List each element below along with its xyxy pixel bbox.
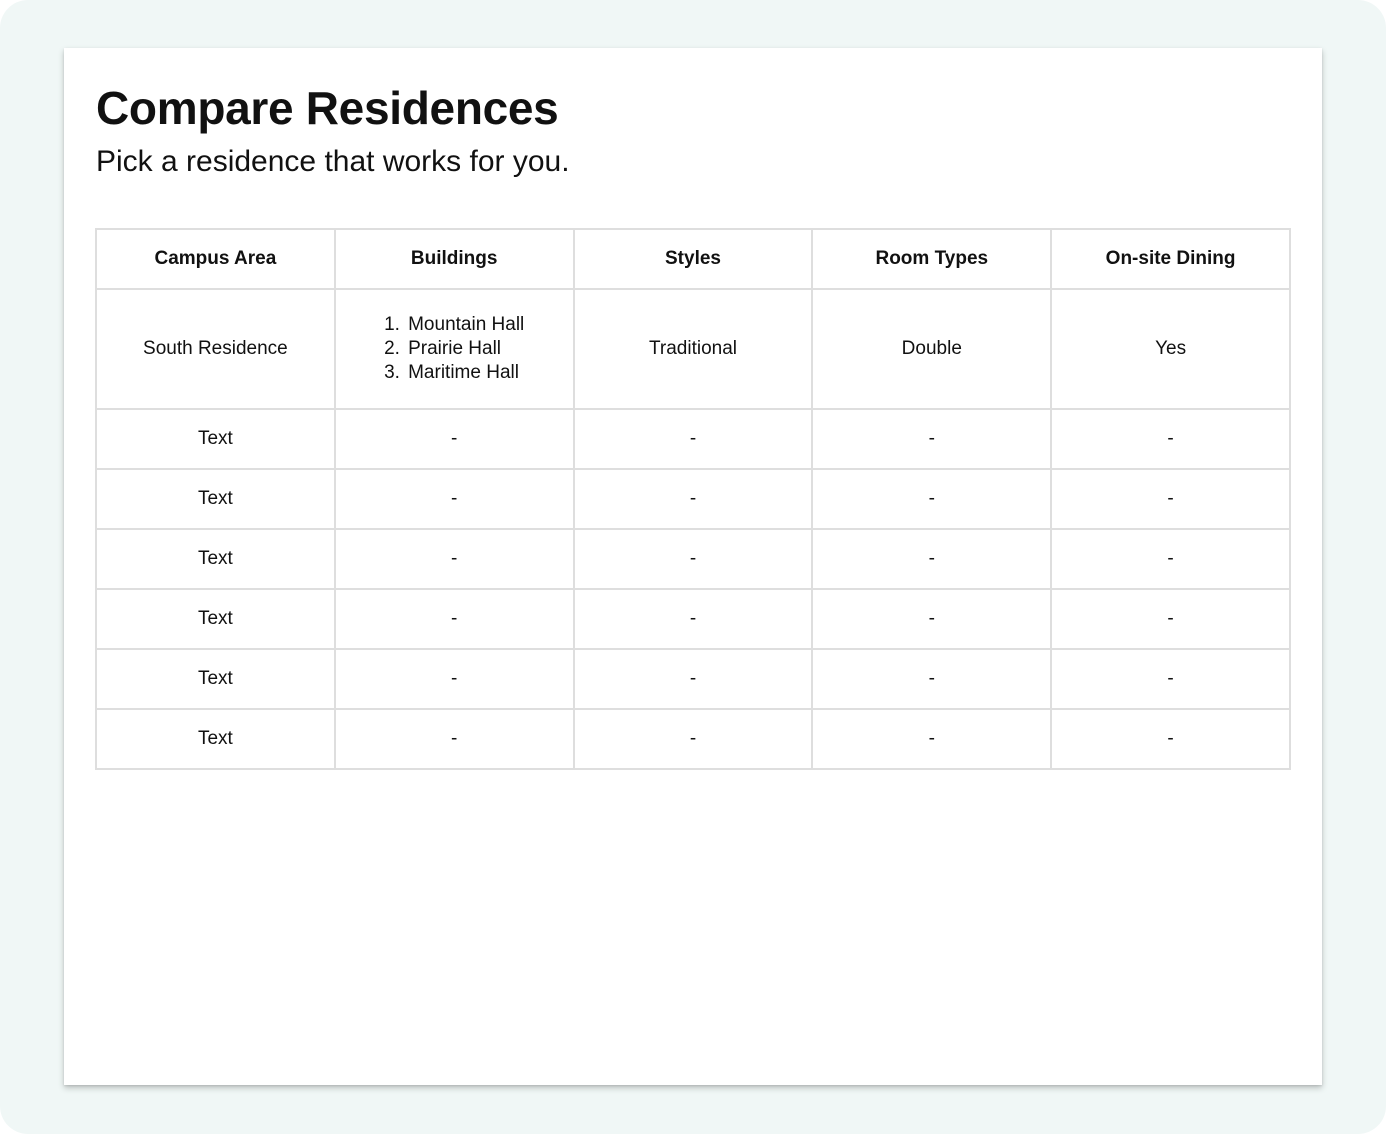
- table-row: Text - - - -: [95, 468, 1291, 530]
- table-row: Text - - - -: [95, 528, 1291, 590]
- cell-style: -: [572, 408, 814, 470]
- column-header-buildings: Buildings: [333, 228, 575, 290]
- cell-campus-area: Text: [95, 588, 336, 650]
- cell-campus-area: Text: [95, 708, 336, 770]
- cell-buildings: -: [333, 408, 575, 470]
- cell-style: -: [572, 468, 814, 530]
- cell-buildings: -: [333, 468, 575, 530]
- table-row: Text - - - -: [95, 708, 1291, 770]
- building-name: Prairie Hall: [408, 338, 502, 359]
- cell-dining: -: [1050, 708, 1291, 770]
- cell-buildings: -: [333, 528, 575, 590]
- cell-buildings: -: [333, 648, 575, 710]
- cell-dining: Yes: [1050, 288, 1291, 410]
- cell-campus-area: Text: [95, 648, 336, 710]
- cell-room-type: -: [811, 408, 1053, 470]
- page-subtitle: Pick a residence that works for you.: [96, 145, 570, 178]
- cell-style: Traditional: [572, 288, 814, 410]
- cell-dining: -: [1050, 468, 1291, 530]
- cell-dining: -: [1050, 528, 1291, 590]
- building-list-item: 1. Mountain Hall: [384, 314, 525, 335]
- cell-style: -: [572, 708, 814, 770]
- cell-buildings: 1. Mountain Hall 2. Prairie Hall 3. Maritim…: [333, 288, 575, 410]
- cell-buildings: -: [333, 588, 575, 650]
- cell-dining: -: [1050, 408, 1291, 470]
- table-row: South Residence 1. Mountain Hall 2. Prairi…: [95, 288, 1291, 410]
- table-row: Text - - - -: [95, 648, 1291, 710]
- page-title: Compare Residences: [96, 82, 559, 134]
- cell-style: -: [572, 588, 814, 650]
- cell-dining: -: [1050, 588, 1291, 650]
- column-header-room-types: Room Types: [811, 228, 1053, 290]
- column-header-styles: Styles: [572, 228, 814, 290]
- cell-style: -: [572, 528, 814, 590]
- building-name: Mountain Hall: [408, 314, 525, 335]
- cell-dining: -: [1050, 648, 1291, 710]
- cell-campus-area: Text: [95, 408, 336, 470]
- cell-campus-area: South Residence: [95, 288, 336, 410]
- cell-campus-area: Text: [95, 468, 336, 530]
- cell-campus-area: Text: [95, 528, 336, 590]
- building-list-item: 2. Prairie Hall: [384, 338, 502, 359]
- cell-room-type: -: [811, 648, 1053, 710]
- table-header-row: Campus Area Buildings Styles Room Types …: [95, 228, 1291, 290]
- cell-room-type: -: [811, 468, 1053, 530]
- cell-room-type: Double: [811, 288, 1053, 410]
- table-row: Text - - - -: [95, 408, 1291, 470]
- residence-comparison-table: Campus Area Buildings Styles Room Types …: [95, 228, 1291, 770]
- building-list-item: 3. Maritime Hall: [384, 362, 519, 383]
- cell-buildings: -: [333, 708, 575, 770]
- cell-room-type: -: [811, 528, 1053, 590]
- buildings-list: 1. Mountain Hall 2. Prairie Hall 3. Maritim…: [384, 313, 524, 385]
- building-name: Maritime Hall: [408, 362, 519, 383]
- column-header-campus-area: Campus Area: [95, 228, 336, 290]
- column-header-on-site-dining: On-site Dining: [1050, 228, 1291, 290]
- cell-room-type: -: [811, 588, 1053, 650]
- table-row: Text - - - -: [95, 588, 1291, 650]
- cell-room-type: -: [811, 708, 1053, 770]
- cell-style: -: [572, 648, 814, 710]
- content-card: Compare Residences Pick a residence that…: [64, 48, 1322, 1085]
